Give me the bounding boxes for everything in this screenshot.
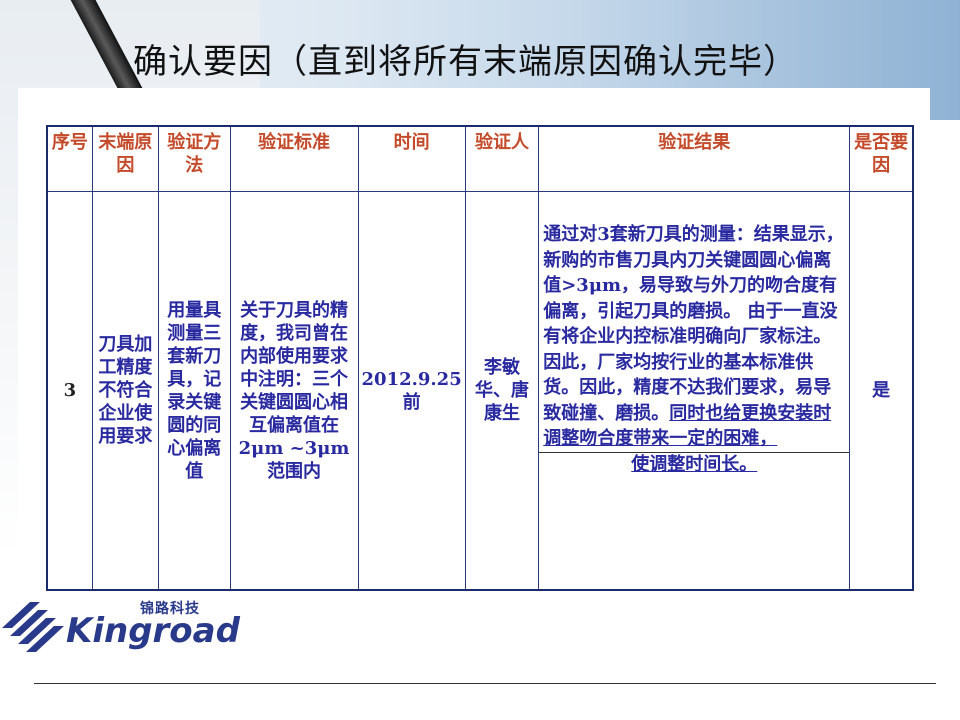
header-is-key: 是否要因 [849, 125, 914, 192]
cell-is-key: 是 [849, 191, 914, 591]
header-standard: 验证标准 [229, 125, 359, 192]
footer-divider [34, 683, 936, 684]
header-result: 验证结果 [538, 125, 851, 192]
header-person: 验证人 [464, 125, 540, 192]
cell-person: 李敏华、唐康生 [464, 191, 540, 591]
table-row: 3 刀具加工精度不符合企业使用要求 用量具测量三套新刀具，记录关键圆的同心偏离值… [46, 191, 914, 591]
header-cause: 末端原因 [91, 125, 159, 192]
header-method: 验证方法 [157, 125, 231, 192]
verification-table: 序号 末端原因 验证方法 验证标准 时间 验证人 验证结果 是否要因 3 刀具加… [46, 125, 914, 591]
header-no: 序号 [46, 125, 93, 192]
cell-cause: 刀具加工精度不符合企业使用要求 [91, 191, 159, 591]
logo-english-name: Kingroad [66, 611, 240, 651]
result-last-text: 使调整时间长。 [631, 453, 758, 475]
cell-no: 3 [46, 191, 93, 591]
cell-result: 通过对3套新刀具的测量：结果显示，新购的市售刀具内刀关键圆圆心偏离值>3μm，易… [538, 191, 851, 591]
cell-method: 用量具测量三套新刀具，记录关键圆的同心偏离值 [157, 191, 231, 591]
cell-time: 2012.9.25前 [357, 191, 466, 591]
cell-standard: 关于刀具的精度，我司曾在内部使用要求中注明：三个关键圆圆心相互偏离值在2μm ~… [229, 191, 359, 591]
table-header-row: 序号 末端原因 验证方法 验证标准 时间 验证人 验证结果 是否要因 [46, 125, 914, 192]
result-main-text: 通过对3套新刀具的测量：结果显示，新购的市售刀具内刀关键圆圆心偏离值>3μm，易… [543, 224, 844, 424]
header-time: 时间 [357, 125, 466, 192]
slide-title: 确认要因（直到将所有末端原因确认完毕） [133, 42, 798, 82]
